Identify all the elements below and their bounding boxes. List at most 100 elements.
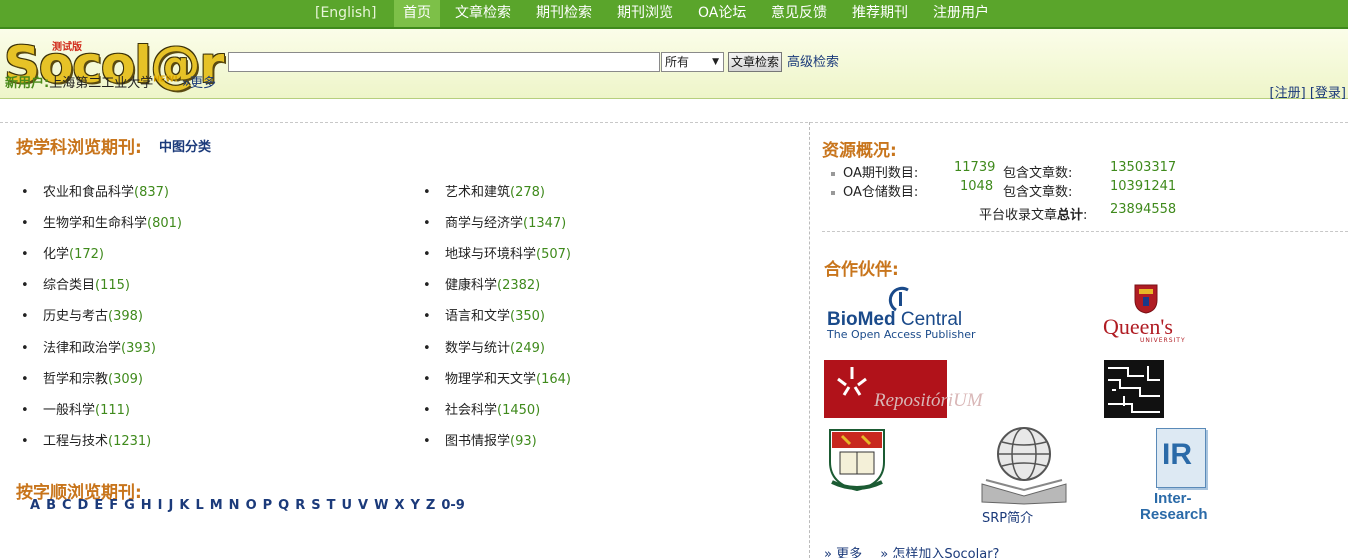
alpha-letter-link[interactable]: M	[210, 498, 223, 513]
globe-book-icon	[981, 427, 1067, 505]
subject-count: (93)	[510, 433, 537, 449]
alpha-letter-link[interactable]: R	[295, 498, 305, 513]
queens-university-logo[interactable]: Queen's UNIVERSITY	[1100, 284, 1196, 346]
subject-count: (111)	[95, 402, 130, 418]
new-user-name[interactable]: 上海第二工业大学	[49, 76, 153, 91]
nav-feedback-tab[interactable]: 意见反馈	[771, 0, 827, 27]
nav-journal-search-tab[interactable]: 期刊检索	[536, 0, 592, 27]
subject-link[interactable]: • 综合类目(115)	[21, 274, 130, 293]
hku-crest-logo[interactable]	[826, 428, 888, 494]
subject-link[interactable]: • 工程与技术(1231)	[21, 430, 151, 449]
advanced-search-link[interactable]: 高级检索	[787, 51, 839, 70]
alpha-letter-link[interactable]: W	[374, 498, 388, 513]
nav-journal-browse-tab[interactable]: 期刊浏览	[617, 0, 673, 27]
subject-link[interactable]: • 一般科学(111)	[21, 399, 130, 418]
subject-link[interactable]: • 生物学和生命科学(801)	[21, 212, 182, 231]
clc-classification-link[interactable]: 中图分类	[159, 136, 211, 155]
srp-caption[interactable]: SRP简介	[982, 507, 1033, 526]
subject-name: 图书情报学	[445, 433, 511, 449]
alpha-letter-link[interactable]: G	[124, 498, 135, 513]
alpha-letter-link[interactable]: J	[169, 498, 174, 513]
alpha-letter-link[interactable]: O	[246, 498, 257, 513]
repositorium-wordmark: RepositóriUM	[874, 390, 983, 411]
how-to-join-link[interactable]: » 怎样加入Socolar?	[880, 547, 999, 558]
alpha-letter-link[interactable]: P	[263, 498, 273, 513]
nav-home-tab[interactable]: 首页	[394, 0, 440, 27]
alpha-letter-link[interactable]: Y	[410, 498, 419, 513]
alpha-letter-link[interactable]: U	[341, 498, 352, 513]
subject-link[interactable]: • 哲学和宗教(309)	[21, 368, 143, 387]
inter-research-logo[interactable]: IR Inter- Research	[1138, 426, 1228, 526]
ir-name-b: Research	[1140, 506, 1208, 523]
subject-link[interactable]: • 社会科学(1450)	[423, 399, 540, 418]
oa-repos-articles-label: 包含文章数:	[1003, 185, 1073, 200]
alpha-letter-link[interactable]: B	[46, 498, 56, 513]
subject-count: (1450)	[497, 402, 541, 418]
alpha-letter-link[interactable]: I	[158, 498, 163, 513]
asterisk-icon	[837, 367, 867, 396]
subject-link[interactable]: • 法律和政治学(393)	[21, 337, 156, 356]
bracket-close: ]	[1300, 86, 1306, 101]
new-user-more-link[interactable]: »更多	[182, 76, 216, 91]
subject-link[interactable]: • 物理学和天文学(164)	[423, 368, 571, 387]
alpha-letter-link[interactable]: T	[327, 498, 336, 513]
resources-title: 资源概况:	[822, 141, 897, 161]
alpha-letter-link[interactable]: K	[179, 498, 189, 513]
subject-link[interactable]: • 地球与环境科学(507)	[423, 243, 571, 262]
oa-journals-articles-value: 13503317	[1110, 160, 1177, 175]
new-badge: NEW!	[153, 74, 178, 84]
alpha-letter-link[interactable]: V	[358, 498, 368, 513]
search-input[interactable]	[228, 52, 660, 72]
subject-link[interactable]: • 艺术和建筑(278)	[423, 181, 545, 200]
subject-link[interactable]: • 农业和食品科学(837)	[21, 181, 169, 200]
queens-crest-icon	[1134, 284, 1158, 314]
alpha-letter-link[interactable]: L	[195, 498, 203, 513]
oa-journals-articles-label: 包含文章数:	[1003, 166, 1073, 181]
alpha-letter-link[interactable]: C	[62, 498, 72, 513]
alpha-letter-link[interactable]: N	[229, 498, 240, 513]
subject-count: (164)	[536, 371, 571, 387]
bullet-icon: •	[21, 278, 29, 294]
alpha-letter-link[interactable]: A	[30, 498, 40, 513]
subject-link[interactable]: • 数学与统计(249)	[423, 337, 545, 356]
alpha-letter-link[interactable]: S	[311, 498, 320, 513]
nav-register-tab[interactable]: 注册用户	[933, 0, 989, 27]
bullet-icon: •	[423, 402, 431, 418]
alpha-letter-link[interactable]: 0-9	[441, 498, 465, 513]
chevron-down-icon: ▼	[712, 57, 719, 67]
alpha-letter-link[interactable]: H	[141, 498, 152, 513]
bullet-icon: •	[423, 340, 431, 356]
subject-count: (2382)	[497, 278, 541, 294]
biomed-central-logo[interactable]: BioMed Central The Open Access Publisher	[826, 286, 976, 342]
browse-subject-title: 按学科浏览期刊:	[16, 138, 142, 158]
bullet-icon	[831, 172, 835, 176]
nav-oa-forum-tab[interactable]: OA论坛	[698, 0, 746, 27]
subject-count: (172)	[69, 247, 104, 263]
partners-footer-links: » 更多 » 怎样加入Socolar?	[824, 543, 1013, 558]
alpha-letter-link[interactable]: Z	[426, 498, 435, 513]
subject-link[interactable]: • 历史与考古(398)	[21, 305, 143, 324]
subject-count: (398)	[108, 309, 143, 325]
alpha-letter-link[interactable]: E	[94, 498, 103, 513]
circuit-pattern-logo[interactable]	[1104, 360, 1164, 418]
register-link[interactable]: 注册	[1275, 86, 1301, 101]
subject-link[interactable]: • 图书情报学(93)	[423, 430, 537, 449]
subject-link[interactable]: • 化学(172)	[21, 243, 104, 262]
alpha-letter-link[interactable]: Q	[278, 498, 289, 513]
search-scope-select[interactable]: 所有 ▼	[661, 52, 724, 72]
article-search-button[interactable]: 文章检索	[728, 52, 782, 72]
alpha-letter-link[interactable]: F	[109, 498, 118, 513]
nav-recommend-tab[interactable]: 推荐期刊	[852, 0, 908, 27]
subject-link[interactable]: • 健康科学(2382)	[423, 274, 540, 293]
srp-logo[interactable]: SRP简介	[978, 424, 1074, 526]
subject-link[interactable]: • 商学与经济学(1347)	[423, 212, 566, 231]
nav-article-search-tab[interactable]: 文章检索	[455, 0, 511, 27]
repositorium-logo[interactable]: RepositóriUM	[824, 360, 984, 418]
alpha-letter-link[interactable]: X	[394, 498, 404, 513]
subject-link[interactable]: • 语言和文学(350)	[423, 305, 545, 324]
login-link[interactable]: 登录	[1315, 86, 1341, 101]
subject-name: 综合类目	[43, 278, 96, 294]
nav-english-link[interactable]: [English]	[315, 0, 376, 27]
alpha-letter-link[interactable]: D	[78, 498, 89, 513]
partners-more-link[interactable]: » 更多	[824, 547, 862, 558]
